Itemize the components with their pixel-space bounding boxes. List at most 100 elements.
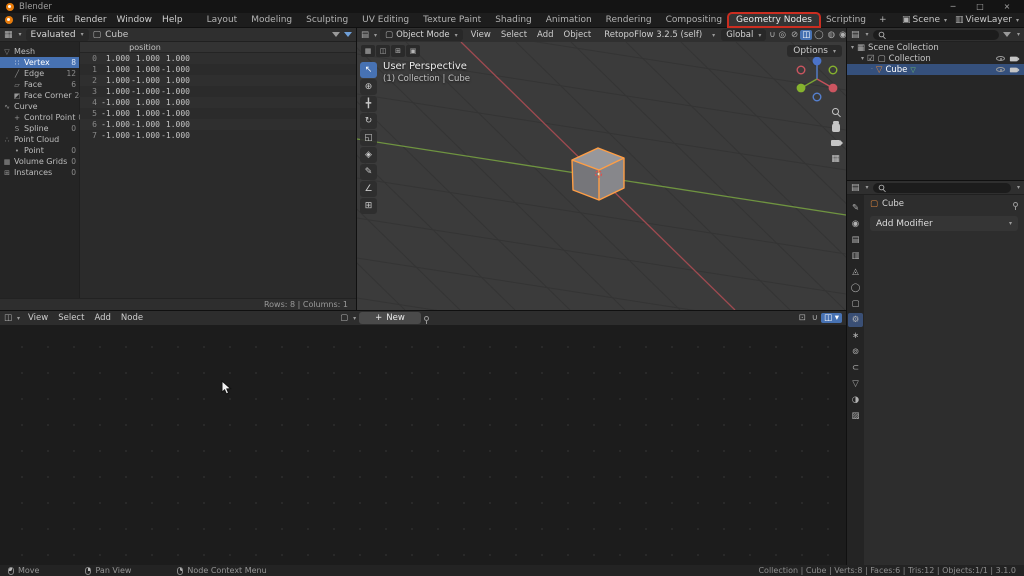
column-header-position[interactable]: position (100, 43, 190, 52)
menu-item[interactable]: View (23, 313, 53, 323)
workspace-tab[interactable]: Animation (539, 14, 599, 26)
domain-row[interactable]: ▽ Mesh (0, 46, 79, 57)
workspace-tab[interactable]: Geometry Nodes (729, 14, 819, 26)
disable-in-render-icon[interactable] (1010, 56, 1017, 61)
filter-toggle-icon[interactable] (344, 32, 352, 37)
disable-in-render-icon[interactable] (1010, 67, 1017, 72)
domain-row[interactable]: ∷ Vertex 8 (0, 57, 79, 68)
workspace-tab[interactable]: Rendering (599, 14, 659, 26)
properties-tab[interactable]: ◑ (848, 393, 863, 407)
domain-row[interactable]: ╱ Edge 12 (0, 68, 79, 79)
domain-row[interactable]: ◩ Face Corner 24 (0, 90, 79, 101)
node-editor-option-icon[interactable]: ⊡ (796, 313, 809, 323)
viewport-tool-button[interactable]: ↻ (360, 113, 377, 129)
shading-mode-icon[interactable]: ◯ (812, 30, 826, 40)
overlay-toggle-icon[interactable]: ⊞ (391, 45, 405, 57)
viewport-tool-button[interactable]: ↖ (360, 62, 377, 78)
shading-mode-icon[interactable]: ◍ (826, 30, 837, 40)
viewport-tool-button[interactable]: ⊞ (360, 198, 377, 214)
disclosure-dot-icon[interactable]: · (871, 66, 873, 73)
workspace-tab[interactable]: Compositing (659, 14, 729, 26)
workspace-tab[interactable]: Shading (488, 14, 539, 26)
domain-row[interactable]: ∴ Point Cloud (0, 134, 79, 145)
properties-tab[interactable]: ▥ (848, 249, 863, 263)
table-row[interactable]: 6 -1.000 -1.000 1.000 (80, 119, 356, 130)
shading-mode-icon[interactable]: ◉ (837, 30, 846, 40)
properties-tab[interactable]: ▤ (848, 233, 863, 247)
disclosure-triangle-icon[interactable]: ▾ (851, 44, 854, 51)
menu-item[interactable]: View (466, 30, 496, 40)
table-row[interactable]: 0 1.000 1.000 1.000 (80, 53, 356, 64)
menu-item[interactable]: Window (112, 15, 158, 25)
outliner-row-collection[interactable]: ▾ ☑ ▢ Collection (847, 53, 1024, 64)
table-row[interactable]: 3 1.000 -1.000 -1.000 (80, 86, 356, 97)
node-editor-canvas[interactable] (0, 325, 846, 565)
properties-tab[interactable]: ✎ (848, 201, 863, 215)
viewport-tool-button[interactable]: ⊕ (360, 79, 377, 95)
node-editor-option-icon[interactable]: ∪ (809, 313, 821, 323)
table-row[interactable]: 7 -1.000 -1.000 -1.000 (80, 130, 356, 141)
table-row[interactable]: 2 1.000 -1.000 1.000 (80, 75, 356, 86)
properties-tab[interactable]: ▨ (848, 409, 863, 423)
node-tree-browse-icon[interactable]: ▢ (340, 313, 348, 323)
menu-item[interactable]: Select (496, 30, 532, 40)
add-modifier-button[interactable]: Add Modifier ▾ (870, 216, 1018, 231)
node-editor-option-icon[interactable]: ◫ ▾ (821, 313, 842, 323)
viewport-tool-button[interactable]: ✎ (360, 164, 377, 180)
zoom-icon[interactable] (832, 108, 839, 115)
workspace-tab[interactable]: Layout (200, 14, 245, 26)
domain-row[interactable]: • Point 0 (0, 145, 79, 156)
menu-item[interactable]: Add (89, 313, 115, 323)
add-workspace-button[interactable]: + (873, 15, 893, 25)
pin-icon[interactable] (424, 316, 429, 321)
disclosure-triangle-icon[interactable]: ▾ (861, 55, 864, 62)
table-row[interactable]: 4 -1.000 1.000 1.000 (80, 97, 356, 108)
camera-view-icon[interactable] (831, 140, 840, 146)
shading-mode-icon[interactable]: ⊘ (789, 30, 800, 40)
domain-row[interactable]: ▦ Volume Grids 0 (0, 156, 79, 167)
menu-item[interactable]: Edit (42, 15, 69, 25)
pin-icon[interactable] (1013, 202, 1018, 207)
table-row[interactable]: 5 -1.000 1.000 -1.000 (80, 108, 356, 119)
menu-item[interactable]: Render (70, 15, 112, 25)
properties-tab[interactable]: ◬ (848, 265, 863, 279)
snap-magnet-icon[interactable]: ∪ (769, 30, 775, 40)
editor-type-outliner-icon[interactable]: ▤ (851, 30, 860, 40)
properties-tab[interactable]: ⊚ (848, 345, 863, 359)
properties-tab[interactable]: ▢ (848, 297, 863, 311)
blender-menu-icon[interactable] (5, 16, 13, 24)
overlay-toggle-icon[interactable]: ▦ (361, 45, 375, 57)
menu-item[interactable]: Help (157, 15, 188, 25)
menu-item[interactable]: Node (116, 313, 148, 323)
viewport-tool-button[interactable]: ╋ (360, 96, 377, 112)
scene-selector[interactable]: Scene (913, 15, 940, 25)
menu-item[interactable]: Object (559, 30, 597, 40)
table-row[interactable]: 1 1.000 1.000 -1.000 (80, 64, 356, 75)
properties-tab[interactable]: ▽ (848, 377, 863, 391)
retopoflow-menu[interactable]: RetopoFlow 3.2.5 (self) (599, 30, 707, 40)
domain-row[interactable]: + Control Point 0 (0, 112, 79, 123)
editor-type-properties-icon[interactable]: ▤ (851, 183, 860, 193)
overlay-toggle-icon[interactable]: ▣ (406, 45, 420, 57)
outliner-row-cube[interactable]: · ▽ Cube ▽ (847, 64, 1024, 75)
editor-type-viewport-icon[interactable]: ▤ (361, 30, 369, 40)
shading-mode-icon[interactable]: ◫ (800, 30, 812, 40)
properties-tab[interactable]: ⚙ (848, 313, 863, 327)
orientation-dropdown[interactable]: Global ▾ (721, 29, 766, 41)
domain-row[interactable]: ∿ Curve (0, 101, 79, 112)
viewport-tool-button[interactable]: ◈ (360, 147, 377, 163)
properties-search-input[interactable] (873, 183, 1011, 193)
dataset-dropdown[interactable]: Evaluated ▾ (26, 29, 89, 41)
workspace-tab[interactable]: Scripting (819, 14, 873, 26)
collection-checkbox-icon[interactable]: ☑ (867, 54, 875, 64)
editor-type-node-icon[interactable]: ◫ (4, 313, 12, 323)
domain-row[interactable]: S Spline 0 (0, 123, 79, 134)
workspace-tab[interactable]: Modeling (244, 14, 299, 26)
grid-toggle-icon[interactable]: ▦ (831, 154, 840, 164)
hide-in-viewport-icon[interactable] (996, 56, 1005, 61)
menu-item[interactable]: Select (53, 313, 89, 323)
workspace-tab[interactable]: Texture Paint (416, 14, 488, 26)
outliner-row-scene-collection[interactable]: ▾ ▦ Scene Collection (847, 42, 1024, 53)
proportional-edit-icon[interactable]: ◎ (779, 30, 786, 40)
mode-dropdown[interactable]: ▢ Object Mode ▾ (380, 29, 463, 41)
